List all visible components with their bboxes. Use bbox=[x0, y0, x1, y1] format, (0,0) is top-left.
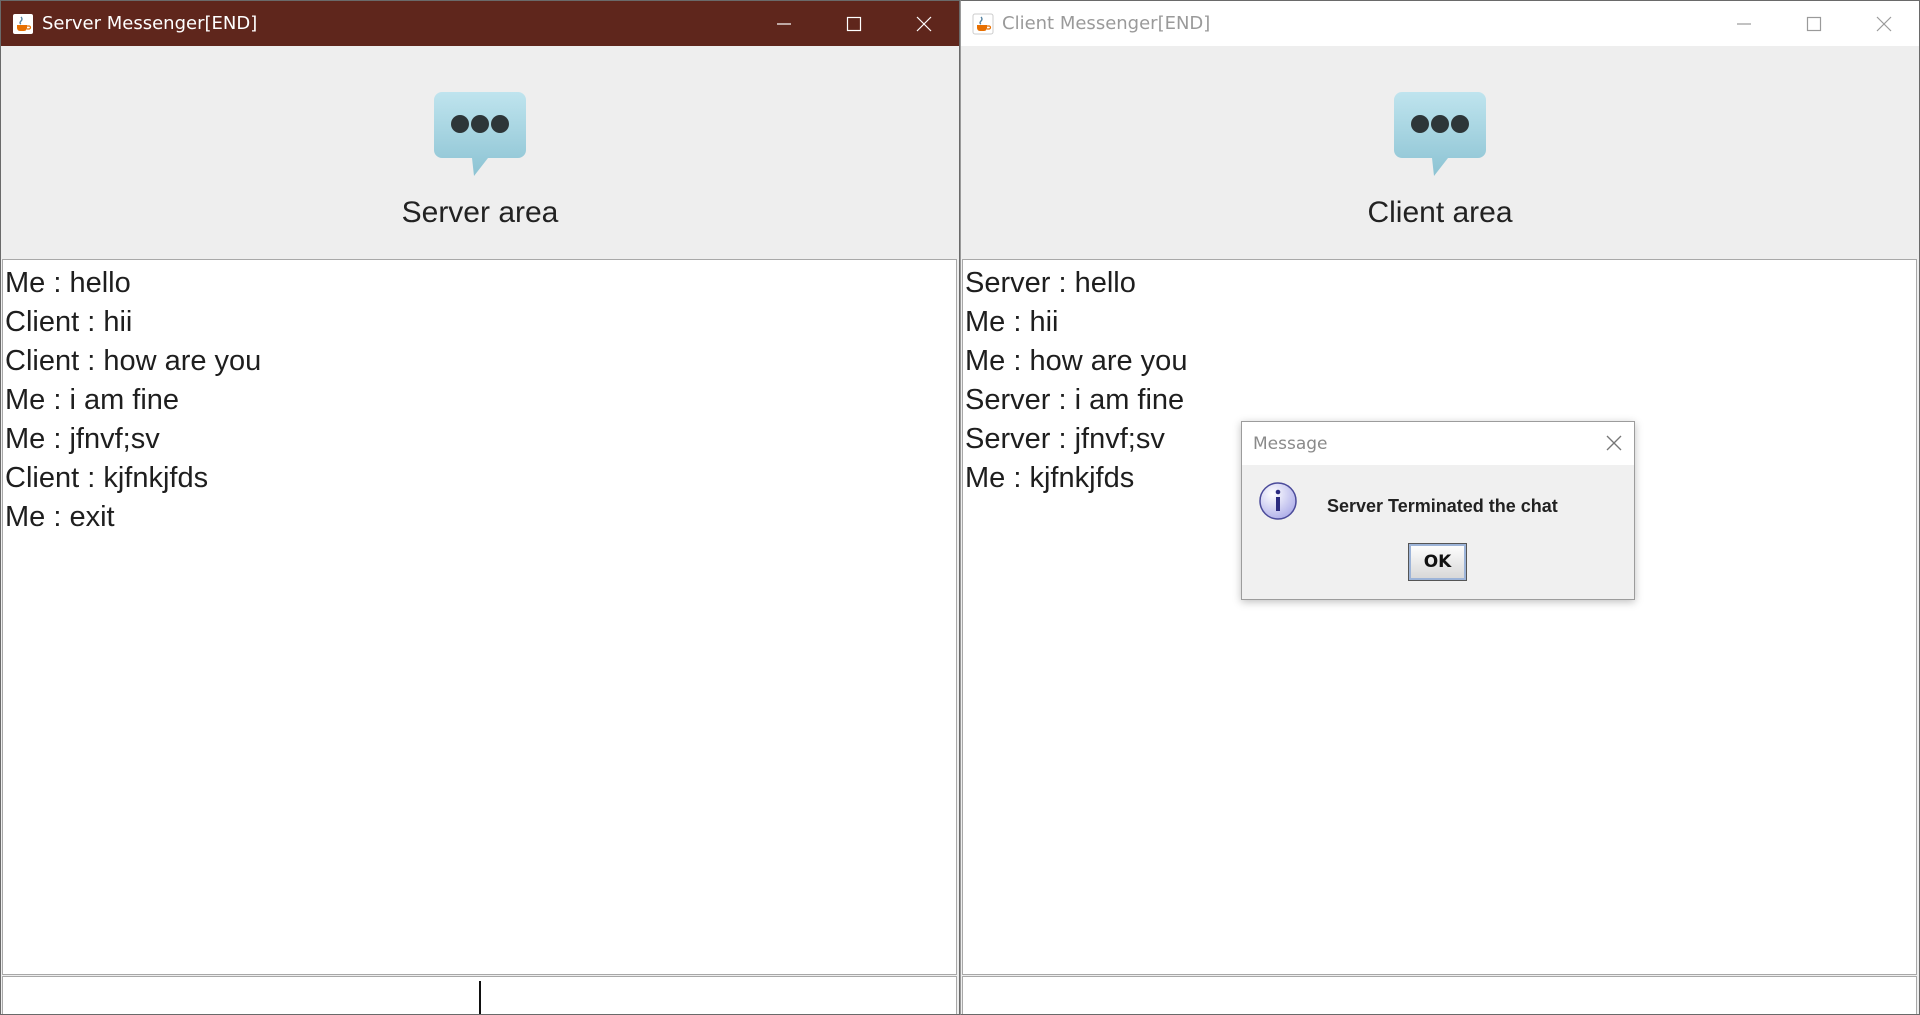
message-dialog: Message Server Terminated the chat OK bbox=[1241, 421, 1635, 600]
chat-bubble-icon bbox=[434, 92, 526, 176]
server-window: Server Messenger[END] Server area Me: h… bbox=[0, 0, 960, 1015]
info-icon bbox=[1259, 482, 1297, 520]
minimize-icon bbox=[777, 22, 791, 25]
chat-message: Client : how are you bbox=[5, 345, 262, 377]
client-chat-log[interactable]: Server : hello Me : hii Me : how are you… bbox=[962, 259, 1917, 975]
dialog-titlebar[interactable]: Message bbox=[1242, 422, 1634, 465]
chat-message: Client : kjfnkjfds bbox=[5, 462, 209, 494]
chat-bubble-icon bbox=[1394, 92, 1486, 176]
text-caret bbox=[479, 981, 481, 1014]
close-button[interactable] bbox=[1849, 1, 1919, 46]
dialog-message: Server Terminated the chat bbox=[1327, 496, 1558, 516]
java-coffee-icon bbox=[972, 13, 994, 34]
client-titlebar[interactable]: Client Messenger[END] bbox=[961, 1, 1919, 46]
chat-message: Me : i am fine bbox=[5, 384, 180, 416]
close-icon bbox=[916, 16, 932, 31]
client-window-title: Client Messenger[END] bbox=[1002, 13, 1211, 34]
close-icon[interactable] bbox=[1604, 433, 1624, 453]
server-area-label: Server area bbox=[401, 196, 559, 229]
dialog-title: Message bbox=[1253, 433, 1328, 454]
server-chat-log[interactable]: Me : hello Client : hii Client : how are… bbox=[2, 259, 957, 975]
client-message-input[interactable] bbox=[962, 976, 1917, 1014]
close-button[interactable] bbox=[889, 1, 959, 46]
maximize-icon bbox=[1806, 16, 1822, 31]
java-coffee-icon bbox=[13, 13, 33, 34]
client-area-label: Client area bbox=[1367, 196, 1513, 229]
chat-message: Me : exit bbox=[5, 501, 115, 533]
maximize-button[interactable] bbox=[1779, 1, 1849, 46]
chat-message: Me : how are you bbox=[965, 345, 1188, 377]
server-header: Server area bbox=[1, 46, 959, 259]
client-header: Client area bbox=[961, 46, 1919, 259]
chat-message: Server : i am fine bbox=[965, 384, 1185, 416]
close-icon bbox=[1876, 16, 1892, 31]
chat-message: Me : hello bbox=[5, 267, 131, 299]
chat-message: Server : hello bbox=[965, 267, 1136, 299]
server-window-title: Server Messenger[END] bbox=[42, 13, 258, 34]
chat-message: Client : hii bbox=[5, 306, 133, 338]
ok-button[interactable]: OK bbox=[1408, 543, 1467, 581]
maximize-button[interactable] bbox=[819, 1, 889, 46]
server-message-input[interactable] bbox=[2, 976, 957, 1014]
chat-message: Me : hii bbox=[965, 306, 1059, 338]
server-titlebar[interactable]: Server Messenger[END] bbox=[1, 1, 959, 46]
maximize-icon bbox=[846, 16, 862, 31]
minimize-button[interactable] bbox=[749, 1, 819, 46]
minimize-button[interactable] bbox=[1709, 1, 1779, 46]
chat-message: Me : jfnvf;sv bbox=[5, 423, 160, 455]
minimize-icon bbox=[1737, 22, 1751, 25]
